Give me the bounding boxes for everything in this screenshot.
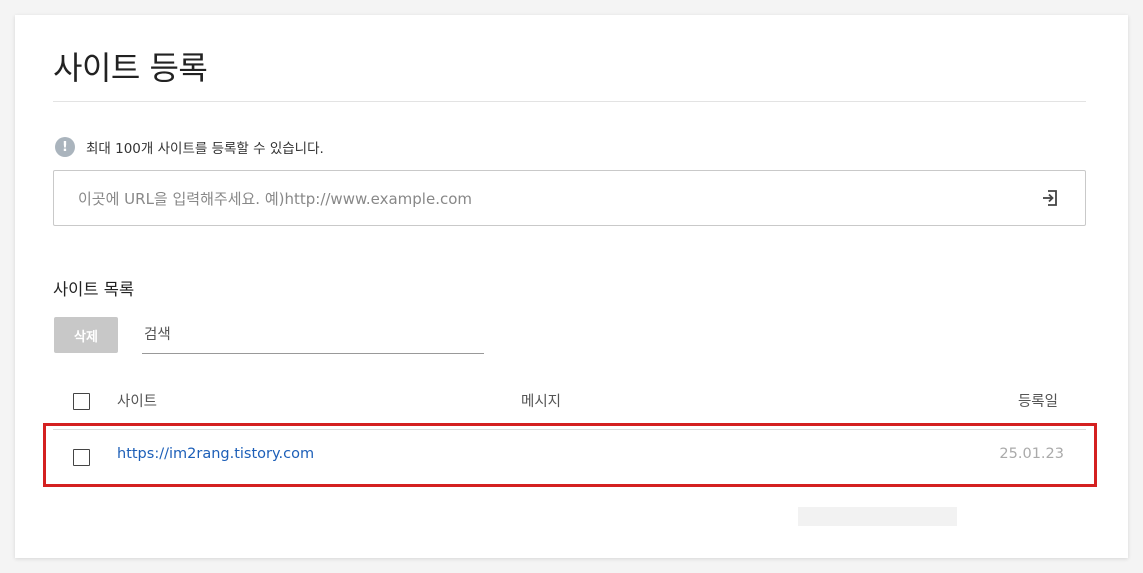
info-icon: !	[55, 137, 75, 157]
page-title: 사이트 등록	[53, 49, 208, 87]
watermark	[798, 507, 957, 526]
column-header-site: 사이트	[117, 394, 158, 410]
site-list-title: 사이트 목록	[53, 280, 135, 299]
registered-date: 25.01.23	[999, 446, 1064, 462]
enter-arrow-icon	[1043, 190, 1057, 206]
notice: ! 최대 100개 사이트를 등록할 수 있습니다.	[55, 136, 324, 158]
title-divider	[53, 101, 1086, 102]
column-header-registered: 등록일	[1017, 394, 1058, 410]
select-all-checkbox[interactable]	[73, 393, 90, 410]
submit-url-button[interactable]	[1039, 187, 1061, 209]
search-field	[142, 317, 488, 354]
site-link[interactable]: https://im2rang.tistory.com	[117, 446, 314, 462]
notice-text: 최대 100개 사이트를 등록할 수 있습니다.	[86, 141, 324, 157]
search-input[interactable]	[142, 317, 488, 353]
table-header: 사이트 메시지 등록일	[53, 381, 1086, 430]
column-header-message: 메시지	[521, 394, 562, 410]
row-checkbox[interactable]	[73, 449, 90, 466]
url-input[interactable]	[76, 185, 980, 213]
url-input-box	[53, 170, 1086, 226]
delete-button[interactable]: 삭제	[54, 317, 118, 353]
site-registration-card: 사이트 등록 ! 최대 100개 사이트를 등록할 수 있습니다. 사이트 목록…	[15, 15, 1128, 558]
table-row: https://im2rang.tistory.com 25.01.23	[53, 430, 1086, 486]
